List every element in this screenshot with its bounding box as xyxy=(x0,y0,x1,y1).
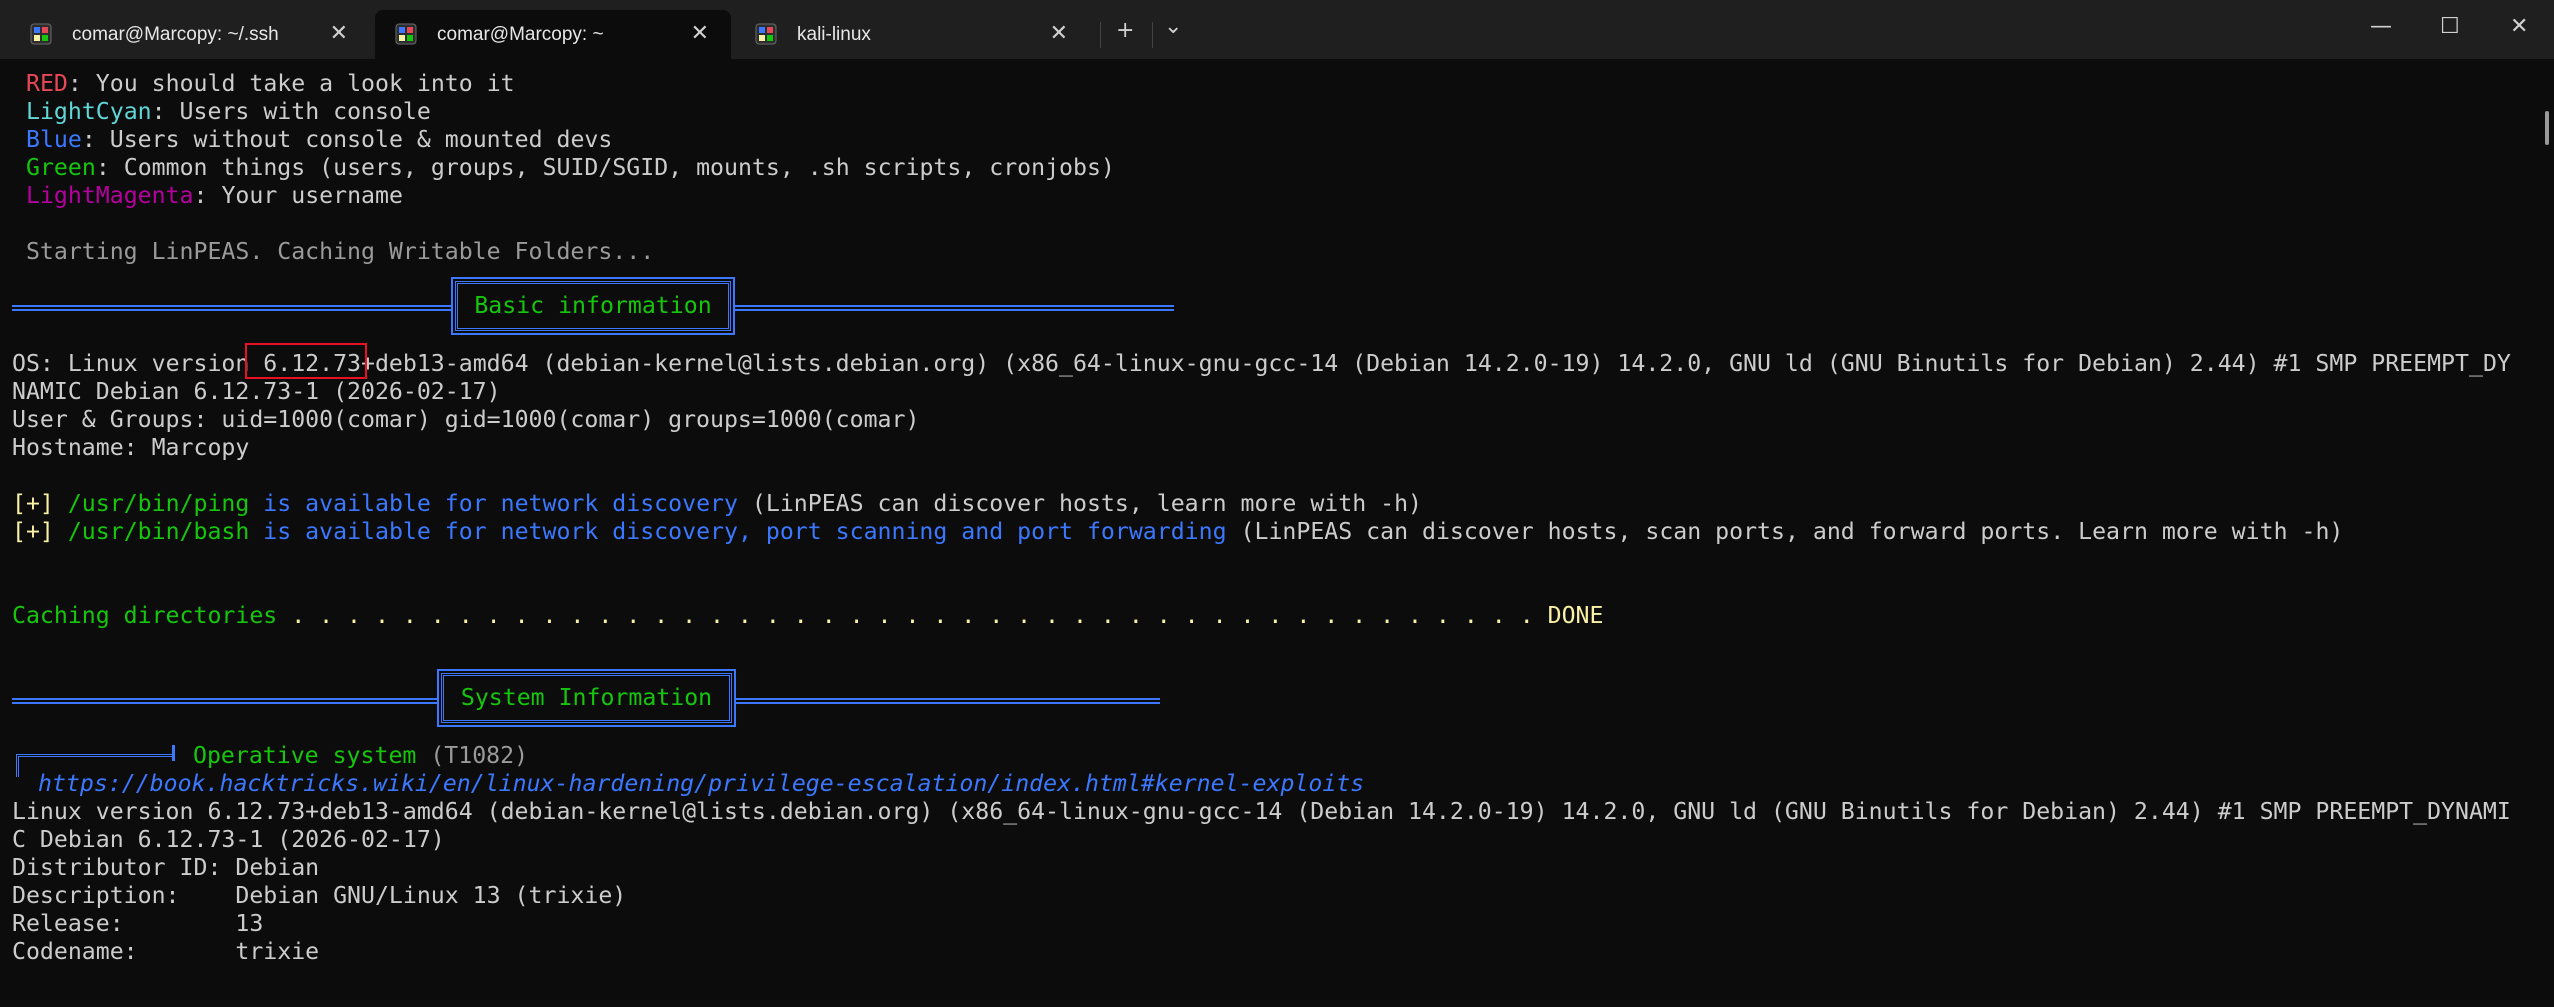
section-rule xyxy=(172,745,176,761)
tab-home[interactable]: comar@Marcopy: ~ ✕ xyxy=(375,10,731,59)
os-line-continued: NAMIC Debian 6.12.73-1 (2026-02-17) xyxy=(12,378,501,405)
banner-title: Basic information xyxy=(474,292,712,319)
legend-blue: Blue: Users without console & mounted de… xyxy=(26,126,613,153)
description-line: Description: Debian GNU/Linux 13 (trixie… xyxy=(12,882,627,909)
operative-system-heading: Operative system (T1082) xyxy=(193,742,529,769)
banner-title: System Information xyxy=(460,684,713,711)
linux-penguin-icon xyxy=(395,23,417,45)
terminal-scrollbar[interactable] xyxy=(2541,59,2554,1007)
maximize-button[interactable]: ☐ xyxy=(2440,12,2460,42)
distributor-id-line: Distributor ID: Debian xyxy=(12,854,320,881)
discovery-bash-line: [+] /usr/bin/bash is available for netwo… xyxy=(12,518,2344,545)
close-window-button[interactable]: ✕ xyxy=(2510,12,2528,42)
tab-label: comar@Marcopy: ~ xyxy=(437,24,604,45)
banner-rule-left xyxy=(12,305,452,311)
system-information-banner: System Information xyxy=(437,669,736,727)
starting-message: Starting LinPEAS. Caching Writable Folde… xyxy=(12,238,655,265)
discovery-ping-line: [+] /usr/bin/ping is available for netwo… xyxy=(12,490,1422,517)
close-tab-icon[interactable]: ✕ xyxy=(1050,21,1068,45)
terminal-output[interactable]: RED: You should take a look into it Ligh… xyxy=(0,59,2540,1007)
banner-rule-right xyxy=(735,698,1160,704)
linux-penguin-icon xyxy=(30,23,52,45)
caching-directories-line: Caching directories . . . . . . . . . . … xyxy=(12,602,1604,629)
kernel-version-line: Linux version 6.12.73+deb13-amd64 (debia… xyxy=(12,798,2511,825)
legend-lightmagenta: LightMagenta: Your username xyxy=(26,182,403,209)
scrollbar-thumb[interactable] xyxy=(2545,111,2549,145)
tab-label: kali-linux xyxy=(797,24,871,45)
tab-kali-linux[interactable]: kali-linux ✕ xyxy=(735,10,1090,59)
tab-ssh[interactable]: comar@Marcopy: ~/.ssh ✕ xyxy=(10,10,370,59)
legend-green: Green: Common things (users, groups, SUI… xyxy=(26,154,1115,181)
minimize-button[interactable]: — xyxy=(2370,12,2392,42)
legend-lightcyan: LightCyan: Users with console xyxy=(26,98,431,125)
tab-separator xyxy=(1100,22,1101,48)
kernel-version-highlight xyxy=(245,343,367,379)
user-groups-line: User & Groups: uid=1000(comar) gid=1000(… xyxy=(12,406,920,433)
hostname-line: Hostname: Marcopy xyxy=(12,434,250,461)
codename-line: Codename: trixie xyxy=(12,938,320,965)
new-tab-button[interactable]: + xyxy=(1116,18,1134,44)
release-line: Release: 13 xyxy=(12,910,264,937)
tab-separator xyxy=(1152,22,1153,48)
hacktricks-link[interactable]: https://book.hacktricks.wiki/en/linux-ha… xyxy=(38,770,1364,798)
linux-penguin-icon xyxy=(755,23,777,45)
banner-rule-right xyxy=(734,305,1174,311)
banner-rule-left xyxy=(12,698,438,704)
basic-information-banner: Basic information xyxy=(451,277,735,335)
legend-red: RED: You should take a look into it xyxy=(26,70,515,97)
os-line: OS: Linux version 6.12.73+deb13-amd64 (d… xyxy=(12,350,2511,377)
tab-label: comar@Marcopy: ~/.ssh xyxy=(72,24,279,45)
close-tab-icon[interactable]: ✕ xyxy=(330,21,348,45)
close-tab-icon[interactable]: ✕ xyxy=(691,21,709,45)
kernel-version-line-continued: C Debian 6.12.73-1 (2026-02-17) xyxy=(12,826,445,853)
tab-dropdown-chevron-icon[interactable]: ⌄ xyxy=(1164,14,1182,40)
tab-bar: comar@Marcopy: ~/.ssh ✕ comar@Marcopy: ~… xyxy=(0,0,2554,59)
